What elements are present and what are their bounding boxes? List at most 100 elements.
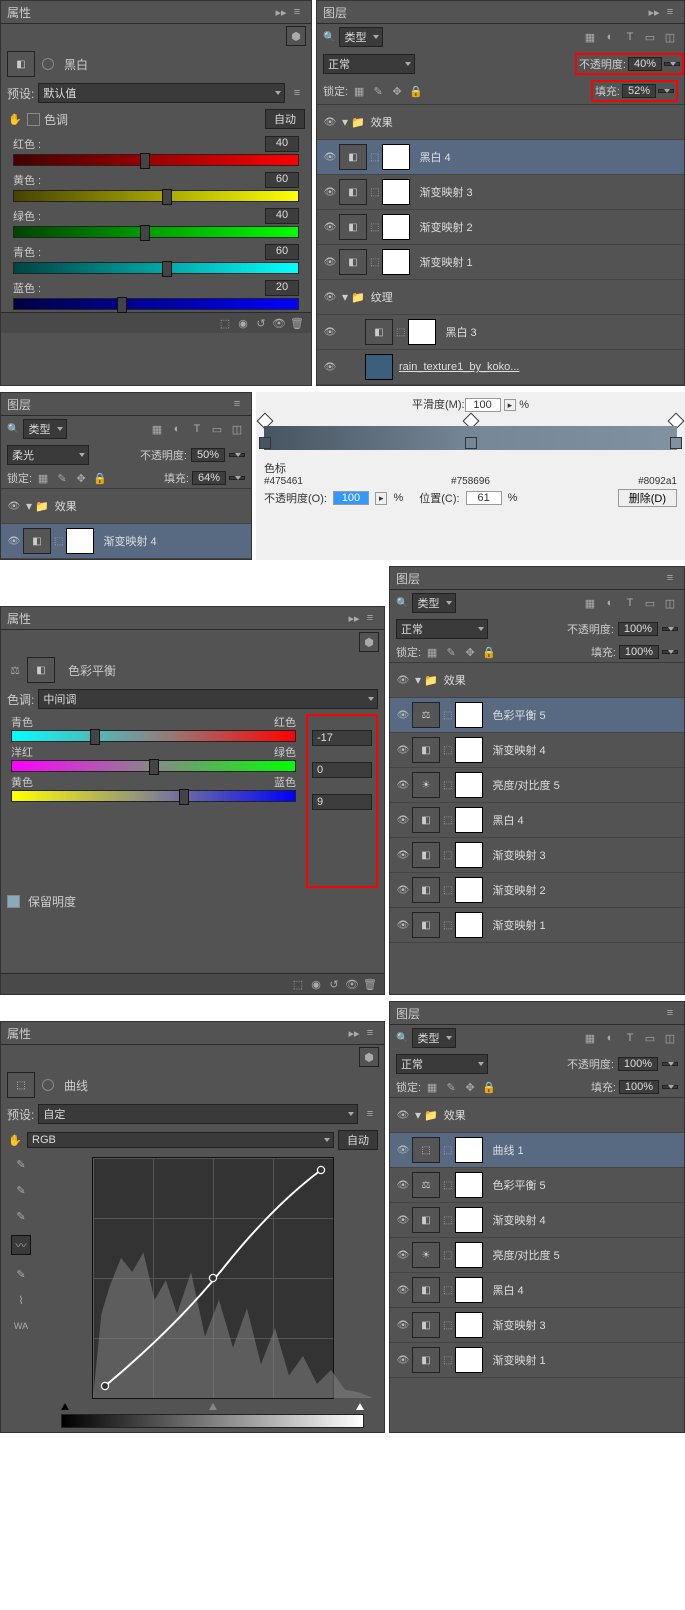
slider-knob[interactable] — [117, 297, 127, 313]
layer-row[interactable]: 👁◧⬚渐变映射 4 — [1, 524, 251, 559]
mask-thumb[interactable] — [455, 912, 483, 938]
lock-pos-icon[interactable]: ✥ — [390, 84, 404, 98]
link-icon[interactable]: ⬚ — [443, 1320, 452, 1331]
layer-name[interactable]: 渐变映射 3 — [419, 184, 472, 200]
visibility-toggle[interactable]: 👁 — [5, 501, 23, 512]
wa-icon[interactable]: WA — [14, 1319, 28, 1333]
slider-value[interactable]: 40 — [265, 208, 299, 224]
view-icon[interactable]: ◉ — [236, 316, 250, 330]
slider-value[interactable]: 60 — [265, 244, 299, 260]
type-filter-icon[interactable]: T — [623, 596, 637, 610]
shape-filter-icon[interactable]: ▭ — [643, 596, 657, 610]
hand-icon[interactable]: ✋ — [8, 112, 22, 126]
adj-filter-icon[interactable]: ◐ — [170, 422, 184, 436]
link-icon[interactable]: ⬚ — [443, 1180, 452, 1191]
shape-filter-icon[interactable]: ▭ — [210, 422, 224, 436]
pixel-filter-icon[interactable]: ▦ — [583, 30, 597, 44]
layer-name[interactable]: 渐变映射 4 — [103, 533, 156, 549]
visibility-toggle[interactable]: 👁 — [394, 1215, 412, 1226]
eyedropper-icon[interactable]: ✎ — [14, 1157, 28, 1171]
grad-opacity-field[interactable]: 100 — [333, 491, 369, 505]
collapse-icon[interactable]: ▸▸ — [347, 1026, 361, 1040]
collapse-icon[interactable]: ▸▸ — [347, 611, 361, 625]
mask-thumb[interactable] — [455, 1312, 483, 1338]
smart-filter-icon[interactable]: ◫ — [663, 1031, 677, 1045]
lock-pos-icon[interactable]: ✥ — [74, 471, 88, 485]
layer-row[interactable]: 👁▾📁效果 — [1, 489, 251, 524]
visibility-toggle[interactable]: 👁 — [321, 152, 339, 163]
layer-name[interactable]: 色彩平衡 5 — [492, 1177, 545, 1193]
smart-filter-icon[interactable]: ◫ — [663, 596, 677, 610]
link-icon[interactable]: ⬚ — [443, 745, 452, 756]
visibility-toggle[interactable]: 👁 — [394, 710, 412, 721]
color-stop[interactable] — [259, 437, 271, 449]
visibility-toggle[interactable]: 👁 — [394, 1285, 412, 1296]
layer-name[interactable]: 亮度/对比度 5 — [492, 777, 559, 793]
layer-row[interactable]: 👁◧⬚渐变映射 1 — [390, 908, 684, 943]
layer-name[interactable]: 效果 — [55, 498, 77, 514]
fill-dropdown[interactable] — [662, 1085, 678, 1089]
curve-tool-icon[interactable]: 〰 — [11, 1235, 31, 1255]
layer-row[interactable]: 👁◧⬚渐变映射 3 — [317, 175, 684, 210]
smart-filter-icon[interactable]: ◫ — [663, 30, 677, 44]
layer-name[interactable]: 渐变映射 4 — [492, 742, 545, 758]
menu-icon[interactable]: ≡ — [230, 397, 244, 411]
smooth-field[interactable]: 100 — [465, 398, 501, 412]
slider-knob[interactable] — [149, 759, 159, 775]
filter-dropdown[interactable]: 类型 — [23, 419, 67, 439]
adj-filter-icon[interactable]: ◐ — [603, 1031, 617, 1045]
layer-row[interactable]: 👁◧⬚黑白 4 — [390, 1273, 684, 1308]
slider-track[interactable] — [13, 190, 299, 202]
lock-paint-icon[interactable]: ✎ — [55, 471, 69, 485]
slider-value[interactable]: 40 — [265, 136, 299, 152]
mask-thumb[interactable] — [455, 737, 483, 763]
link-icon[interactable]: ⬚ — [396, 327, 405, 338]
mask-thumb[interactable] — [408, 319, 436, 345]
layer-name[interactable]: 黑白 4 — [492, 812, 523, 828]
blend-dropdown[interactable]: 正常 — [396, 619, 488, 639]
eye-icon[interactable]: 👁 — [272, 316, 286, 330]
visibility-toggle[interactable]: 👁 — [321, 187, 339, 198]
blend-dropdown[interactable]: 正常 — [323, 54, 415, 74]
menu-icon[interactable]: ≡ — [363, 1026, 377, 1040]
lock-all-icon[interactable]: 🔒 — [409, 84, 423, 98]
layer-row[interactable]: 👁◧⬚黑白 4 — [317, 140, 684, 175]
lock-all-icon[interactable]: 🔒 — [93, 471, 107, 485]
layer-name[interactable]: 渐变映射 3 — [492, 847, 545, 863]
mask-thumb[interactable] — [455, 1207, 483, 1233]
visibility-toggle[interactable]: 👁 — [394, 1145, 412, 1156]
visibility-toggle[interactable]: 👁 — [394, 815, 412, 826]
link-icon[interactable]: ⬚ — [443, 920, 452, 931]
fill-dropdown[interactable] — [662, 650, 678, 654]
mask-thumb[interactable] — [455, 1137, 483, 1163]
lock-trans-icon[interactable]: ▦ — [425, 1080, 439, 1094]
lock-trans-icon[interactable]: ▦ — [425, 645, 439, 659]
color-stop[interactable] — [465, 437, 477, 449]
eyedropper-white-icon[interactable]: ✎ — [14, 1209, 28, 1223]
visibility-toggle[interactable]: 👁 — [321, 257, 339, 268]
lock-trans-icon[interactable]: ▦ — [36, 471, 50, 485]
lock-paint-icon[interactable]: ✎ — [444, 1080, 458, 1094]
visibility-toggle[interactable]: 👁 — [394, 780, 412, 791]
slider-knob[interactable] — [162, 261, 172, 277]
layer-name[interactable]: 渐变映射 1 — [492, 1352, 545, 1368]
layer-row[interactable]: 👁◧⬚渐变映射 2 — [390, 873, 684, 908]
fill-dropdown[interactable] — [658, 89, 674, 93]
stepper[interactable]: ▸ — [375, 492, 388, 505]
slider-track[interactable] — [13, 154, 299, 166]
cb-value[interactable]: -17 — [312, 730, 372, 746]
visibility-toggle[interactable]: 👁 — [321, 117, 339, 128]
search-icon[interactable]: 🔍 — [7, 424, 19, 435]
layer-name[interactable]: 曲线 1 — [492, 1142, 523, 1158]
type-filter-icon[interactable]: T — [190, 422, 204, 436]
mask-thumb[interactable] — [382, 214, 410, 240]
slider-knob[interactable] — [179, 789, 189, 805]
auto-button[interactable]: 自动 — [265, 109, 305, 129]
menu-icon[interactable]: ≡ — [663, 5, 677, 19]
cube-icon[interactable]: ⬢ — [286, 26, 306, 46]
smooth-stepper[interactable]: ▸ — [504, 399, 517, 411]
mask-thumb[interactable] — [455, 842, 483, 868]
filter-dropdown[interactable]: 类型 — [339, 27, 383, 47]
layer-name[interactable]: 效果 — [371, 114, 393, 130]
layer-name[interactable]: 渐变映射 4 — [492, 1212, 545, 1228]
